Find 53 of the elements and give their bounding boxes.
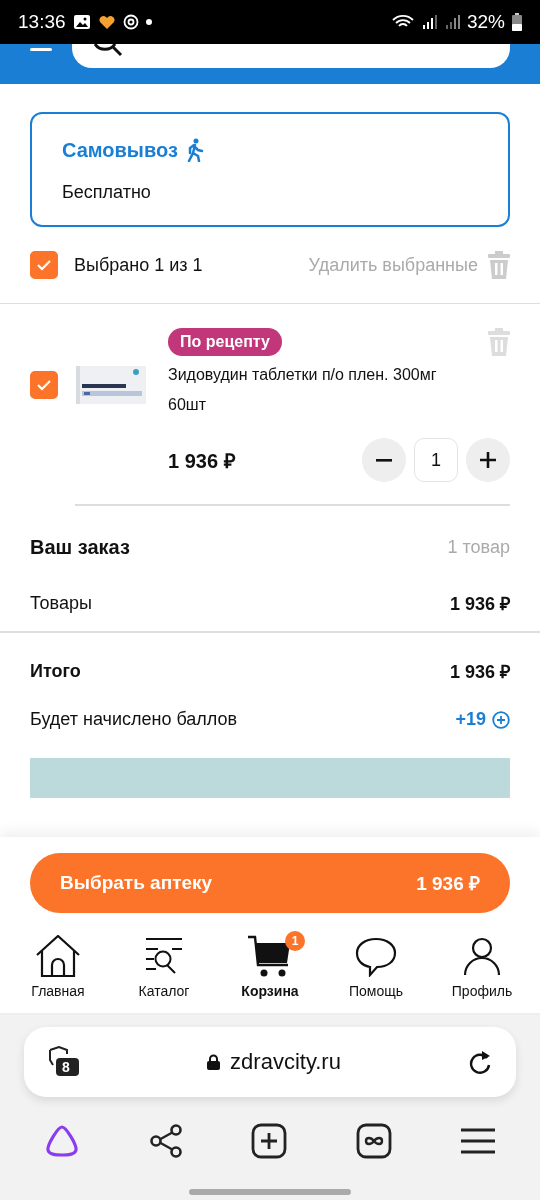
plus-icon bbox=[480, 452, 496, 468]
checkmark-icon bbox=[36, 379, 52, 391]
item-count: 1 товар bbox=[447, 537, 510, 558]
url-text: zdravcity.ru bbox=[230, 1049, 341, 1075]
checkmark-icon bbox=[36, 259, 52, 271]
heart-icon bbox=[97, 14, 116, 30]
gallery-icon bbox=[72, 14, 91, 30]
battery-icon bbox=[512, 13, 522, 31]
status-time: 13:36 bbox=[18, 11, 66, 33]
summary-label: Товары bbox=[30, 592, 92, 614]
menu-icon[interactable] bbox=[460, 1128, 496, 1154]
reload-icon[interactable] bbox=[468, 1049, 492, 1075]
shield-tabs-icon[interactable] bbox=[48, 1046, 80, 1078]
address-bar[interactable]: 8 zdravcity.ru bbox=[24, 1027, 516, 1097]
item-checkbox[interactable] bbox=[30, 371, 58, 399]
decrease-button[interactable] bbox=[362, 438, 406, 482]
lock-icon bbox=[207, 1054, 221, 1070]
summary-value: 1 936 ₽ bbox=[449, 593, 510, 615]
speech-bubble-icon bbox=[355, 937, 397, 977]
battery-percent: 32% bbox=[466, 11, 505, 33]
delivery-option-price: Бесплатно bbox=[62, 182, 152, 203]
cart-count-badge: 1 bbox=[285, 931, 305, 951]
search-field[interactable] bbox=[72, 44, 510, 68]
nav-tab[interactable]: Помощь bbox=[328, 935, 424, 999]
bonus-points-value: +19 bbox=[455, 709, 486, 730]
home-icon bbox=[35, 935, 81, 977]
product-name[interactable]: Зидовудин таблетки п/о плен. 300мг 60шт bbox=[168, 360, 478, 420]
selected-count: Выбрано 1 из 1 bbox=[74, 254, 203, 276]
nav-tab[interactable]: Каталог bbox=[116, 935, 212, 999]
plus-circle-icon[interactable] bbox=[492, 710, 510, 729]
total-label: Итого bbox=[30, 660, 81, 682]
order-title: Ваш заказ bbox=[30, 536, 130, 559]
delivery-option-card[interactable]: Самовывоз Бесплатно bbox=[30, 112, 510, 227]
share-icon[interactable] bbox=[148, 1124, 183, 1158]
nav-tab[interactable]: Профиль bbox=[434, 935, 530, 999]
tab-count: 8 bbox=[62, 1059, 70, 1075]
signal-icon bbox=[420, 14, 437, 30]
dot-icon bbox=[145, 19, 152, 25]
prescription-badge: По рецепту bbox=[168, 328, 282, 356]
infinity-icon[interactable] bbox=[355, 1123, 392, 1159]
profile-icon bbox=[463, 937, 501, 977]
signal-icon bbox=[443, 14, 460, 30]
delivery-option-title: Самовывоз bbox=[62, 138, 178, 162]
total-value: 1 936 ₽ bbox=[449, 661, 510, 683]
assistant-icon[interactable] bbox=[44, 1124, 80, 1158]
product-price: 1 936 ₽ bbox=[168, 448, 236, 474]
nav-tab[interactable]: Главная bbox=[10, 935, 106, 999]
select-all-checkbox[interactable] bbox=[30, 251, 58, 279]
increase-button[interactable] bbox=[466, 438, 510, 482]
minus-icon bbox=[376, 458, 392, 462]
new-tab-icon[interactable] bbox=[251, 1123, 287, 1159]
bonus-points-label: Будет начислено баллов bbox=[30, 709, 238, 730]
quantity-field[interactable]: 1 bbox=[414, 438, 458, 482]
